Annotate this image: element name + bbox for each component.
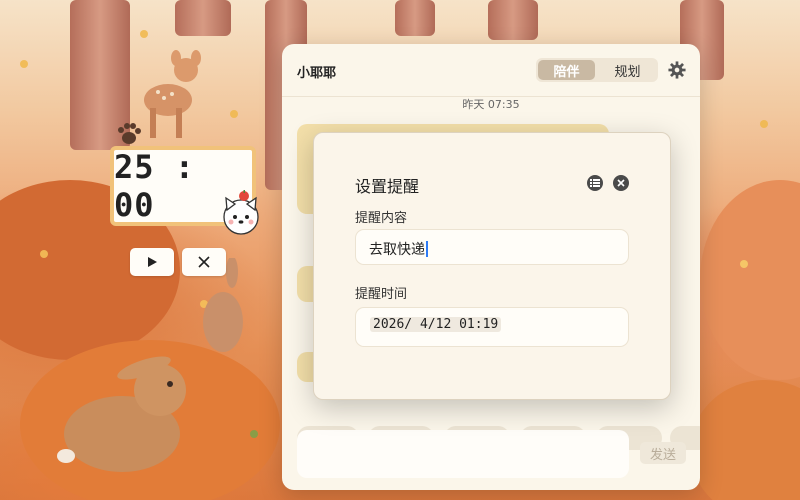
dialog-title: 设置提醒 <box>355 177 420 196</box>
reminder-content-input[interactable]: 去取快递 <box>355 229 629 265</box>
tab-companion[interactable]: 陪伴 <box>538 60 595 80</box>
reminder-content-value: 去取快递 <box>369 239 428 259</box>
message-timestamp: 昨天 07:35 <box>462 98 520 111</box>
send-button[interactable]: 发送 <box>640 442 686 464</box>
content-label: 提醒内容 <box>355 211 408 226</box>
stop-timer-button[interactable] <box>182 248 226 276</box>
paw-print-icon <box>118 123 141 144</box>
chat-header: 小耶耶 陪伴 规划 <box>282 44 700 97</box>
tree-trunk <box>395 0 435 36</box>
play-button[interactable] <box>130 248 174 276</box>
text-caret <box>426 241 428 257</box>
message-input[interactable] <box>297 430 629 478</box>
time-label: 提醒时间 <box>355 287 408 302</box>
close-icon <box>198 256 210 268</box>
reminder-time-picker[interactable]: 2026/ 4/12 01:19 <box>355 307 629 347</box>
rabbit-illustration <box>57 356 186 472</box>
mode-switch: 陪伴 规划 <box>536 58 658 82</box>
play-icon <box>148 257 157 267</box>
tree-trunk <box>175 0 231 36</box>
dialog-close-icon <box>617 179 625 187</box>
dialog-close-button[interactable] <box>613 175 629 191</box>
reminder-time-value[interactable]: 2026/ 4/12 01:19 <box>370 317 502 332</box>
reminder-dialog: 设置提醒 提醒内容 去取快递 提醒时间 2026/ 4/12 01:19 <box>313 132 671 400</box>
bush <box>700 180 800 380</box>
app-title: 小耶耶 <box>297 66 337 81</box>
tree-trunk <box>488 0 538 40</box>
gear-icon[interactable] <box>668 61 686 79</box>
reminder-list-button[interactable] <box>587 175 603 191</box>
dog-mascot-icon[interactable] <box>218 190 264 236</box>
bush <box>690 380 800 500</box>
tab-planning[interactable]: 规划 <box>599 60 656 80</box>
list-icon <box>590 179 600 187</box>
